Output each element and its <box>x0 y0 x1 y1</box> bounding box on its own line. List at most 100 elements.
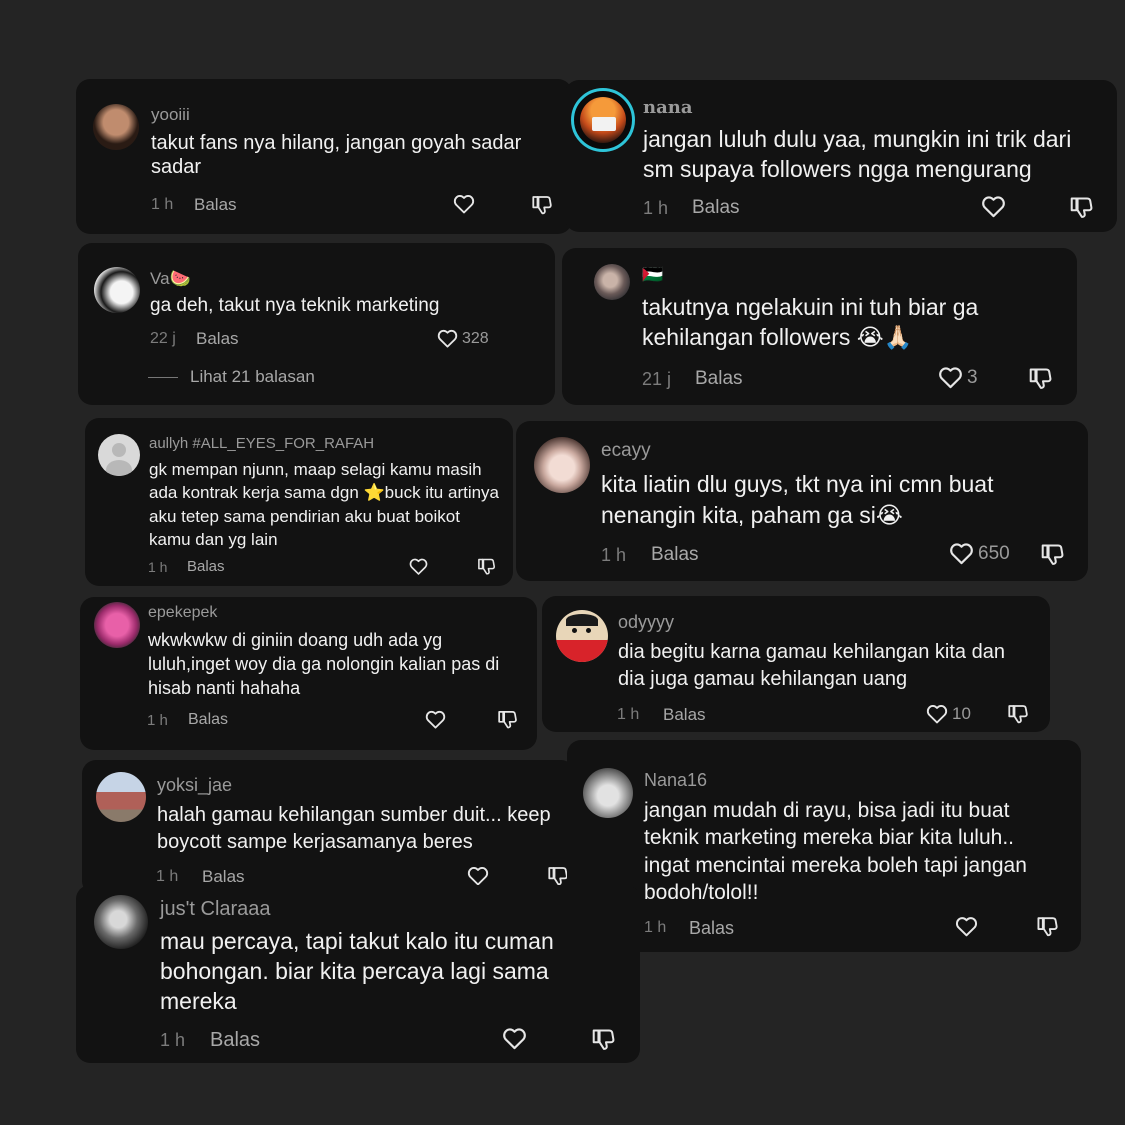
reply-button[interactable]: Balas <box>210 1029 260 1052</box>
view-replies-button[interactable]: Lihat 21 balasan <box>148 367 315 387</box>
dislike-button[interactable] <box>590 1026 617 1053</box>
like-button[interactable] <box>954 914 979 939</box>
thumbs-down-icon <box>496 708 519 731</box>
avatar[interactable] <box>94 267 140 313</box>
reply-button[interactable]: Balas <box>188 711 228 729</box>
comment-username[interactable]: ecayy <box>601 440 651 462</box>
like-count: 328 <box>462 329 489 347</box>
comment-time: 1 h <box>148 559 168 575</box>
thumbs-down-icon <box>1039 541 1066 568</box>
comment-time: 1 h <box>643 198 669 218</box>
reply-button[interactable]: Balas <box>187 558 225 575</box>
comment-time: 21 j <box>642 369 672 389</box>
comment-card: Va🍉 ga deh, takut nya teknik marketing 2… <box>78 243 555 405</box>
comment-username[interactable]: yoksi_jae <box>157 775 232 796</box>
comment-card: aullyh #ALL_EYES_FOR_RAFAH gk mempan nju… <box>85 418 513 586</box>
reply-button[interactable]: Balas <box>695 368 743 390</box>
avatar[interactable] <box>583 768 633 818</box>
avatar[interactable] <box>594 264 630 300</box>
comment-time: 1 h <box>151 196 174 213</box>
avatar[interactable] <box>556 610 608 662</box>
comment-card: yooiii takut fans nya hilang, jangan goy… <box>76 79 572 234</box>
avatar[interactable] <box>94 895 148 949</box>
comment-time: 1 h <box>601 545 627 565</box>
reply-button[interactable]: Balas <box>194 195 237 215</box>
heart-outline-icon <box>424 708 447 731</box>
comment-time: 1 h <box>644 919 667 936</box>
like-button[interactable]: 328 <box>436 327 489 350</box>
comment-text: takutnya ngelakuin ini tuh biar ga kehil… <box>642 294 979 350</box>
comment-text: jangan mudah di rayu, bisa jadi itu buat… <box>644 799 1027 904</box>
divider <box>148 376 178 378</box>
avatar[interactable] <box>93 104 139 150</box>
comment-username[interactable]: epekepek <box>148 604 217 622</box>
avatar[interactable] <box>98 434 140 476</box>
reply-button[interactable]: Balas <box>692 197 740 219</box>
reply-button[interactable]: Balas <box>663 705 706 725</box>
comment-card: nana jangan luluh dulu yaa, mungkin ini … <box>565 80 1117 232</box>
reply-button[interactable]: Balas <box>196 329 239 349</box>
like-button[interactable] <box>501 1025 528 1052</box>
heart-outline-icon <box>452 192 476 216</box>
dislike-button[interactable] <box>476 556 497 577</box>
comment-card: yoksi_jae halah gamau kehilangan sumber … <box>82 760 575 895</box>
thumbs-down-icon <box>1027 365 1054 392</box>
comment-time: 1 h <box>617 706 640 723</box>
like-button[interactable] <box>424 708 447 731</box>
like-count: 650 <box>978 542 1010 564</box>
comment-time: 1 h <box>160 1030 186 1050</box>
comment-text: mau percaya, tapi takut kalo itu cuman b… <box>160 928 554 1014</box>
reply-button[interactable]: Balas <box>202 867 245 887</box>
like-button[interactable]: 10 <box>925 702 971 726</box>
comment-text: ga deh, takut nya teknik marketing <box>150 295 440 316</box>
thumbs-down-icon <box>476 556 497 577</box>
dislike-button[interactable] <box>496 708 519 731</box>
comment-username[interactable]: Nana16 <box>644 770 707 791</box>
like-button[interactable] <box>980 193 1007 220</box>
comment-card: 🇵🇸 takutnya ngelakuin ini tuh biar ga ke… <box>562 248 1077 405</box>
reply-button[interactable]: Balas <box>689 918 734 939</box>
like-button[interactable] <box>452 192 476 216</box>
comment-username[interactable]: jus't Claraaa <box>160 898 271 921</box>
avatar[interactable] <box>534 437 590 493</box>
comment-username[interactable]: nana <box>643 97 693 118</box>
like-count: 10 <box>952 704 971 723</box>
thumbs-down-icon <box>1068 194 1095 221</box>
comment-username[interactable]: aullyh #ALL_EYES_FOR_RAFAH <box>149 435 374 452</box>
avatar[interactable] <box>94 602 140 648</box>
comment-card: epekepek wkwkwkw di giniin doang udh ada… <box>80 597 537 750</box>
thumbs-down-icon <box>590 1026 617 1053</box>
comment-card: jus't Claraaa mau percaya, tapi takut ka… <box>76 885 640 1063</box>
comment-username[interactable]: yooiii <box>151 105 190 125</box>
reply-button[interactable]: Balas <box>651 544 699 566</box>
comment-text: kita liatin dlu guys, tkt nya ini cmn bu… <box>601 471 994 529</box>
comment-card: odyyyy dia begitu karna gamau kehilangan… <box>542 596 1050 732</box>
view-replies-label: Lihat 21 balasan <box>190 367 315 386</box>
like-button[interactable]: 650 <box>948 540 1010 567</box>
comment-time: 1 h <box>156 868 179 885</box>
heart-outline-icon <box>948 540 975 567</box>
dislike-button[interactable] <box>1027 365 1054 392</box>
like-button[interactable]: 3 <box>937 364 978 391</box>
dislike-button[interactable] <box>1039 541 1066 568</box>
comment-text: wkwkwkw di giniin doang udh ada yg luluh… <box>148 630 500 698</box>
comment-username[interactable]: Va🍉 <box>150 269 191 289</box>
comment-text: dia begitu karna gamau kehilangan kita d… <box>618 641 1005 690</box>
dislike-button[interactable] <box>1035 914 1060 939</box>
heart-outline-icon <box>925 702 949 726</box>
comment-username[interactable]: 🇵🇸 <box>642 265 663 285</box>
dislike-button[interactable] <box>1068 194 1095 221</box>
thumbs-down-icon <box>1035 914 1060 939</box>
comment-text: jangan luluh dulu yaa, mungkin ini trik … <box>643 126 1072 182</box>
heart-outline-icon <box>980 193 1007 220</box>
avatar[interactable] <box>571 88 635 152</box>
dislike-button[interactable] <box>1006 702 1030 726</box>
like-button[interactable] <box>408 556 429 577</box>
heart-outline-icon <box>436 327 459 350</box>
comment-card: ecayy kita liatin dlu guys, tkt nya ini … <box>516 421 1088 581</box>
thumbs-down-icon <box>530 193 554 217</box>
dislike-button[interactable] <box>530 193 554 217</box>
comment-username[interactable]: odyyyy <box>618 612 674 633</box>
avatar[interactable] <box>96 772 146 822</box>
heart-outline-icon <box>408 556 429 577</box>
